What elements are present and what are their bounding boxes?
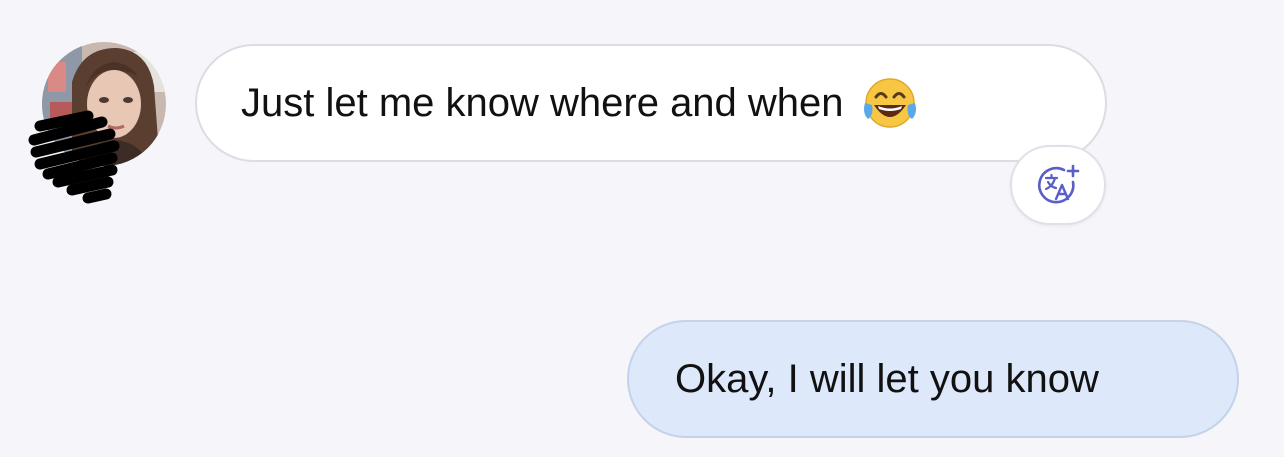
face-with-tears-of-joy-icon xyxy=(860,73,920,133)
translate-button[interactable] xyxy=(1010,145,1106,225)
translate-icon xyxy=(1034,161,1082,209)
incoming-message-bubble[interactable]: Just let me know where and when xyxy=(195,44,1107,162)
incoming-message-text: Just let me know where and when xyxy=(241,80,844,125)
outgoing-message-text: Okay, I will let you know xyxy=(675,356,1099,401)
redaction-scribble xyxy=(28,110,120,204)
outgoing-message-bubble[interactable]: Okay, I will let you know xyxy=(627,320,1239,438)
